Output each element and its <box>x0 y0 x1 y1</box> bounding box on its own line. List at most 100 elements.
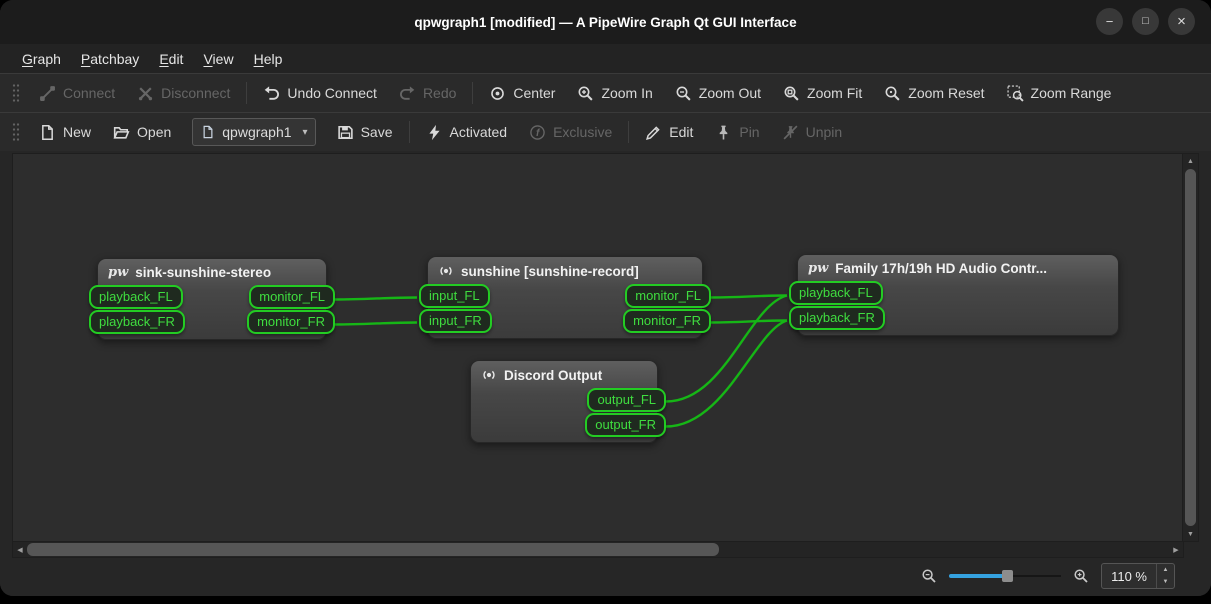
zoom-out-small-icon[interactable] <box>921 568 937 584</box>
graph-canvas[interactable]: pw sink-sunshine-stereo playback_FL moni… <box>12 153 1183 542</box>
unpin-button[interactable]: Unpin <box>771 118 854 146</box>
app-window: qpwgraph1 [modified] — A PipeWire Graph … <box>0 0 1211 596</box>
node-discord-output[interactable]: Discord Output output_FL output_FR <box>470 360 658 443</box>
node-header: pw sink-sunshine-stereo <box>98 259 326 284</box>
scroll-right-button[interactable]: ▶ <box>1169 542 1183 557</box>
activated-toggle[interactable]: Activated <box>415 118 519 146</box>
spin-up-button[interactable]: ▲ <box>1157 564 1174 576</box>
patchbay-file-combobox[interactable]: qpwgraph1 ▾ <box>192 118 315 146</box>
new-button[interactable]: New <box>28 118 102 146</box>
wire-sink-fr-to-sunshine-fr[interactable] <box>334 323 417 325</box>
port-row: playback_FL <box>798 280 1118 305</box>
zoom-in-button[interactable]: Zoom In <box>566 79 663 107</box>
input-port[interactable]: input_FL <box>419 284 490 308</box>
toolbar-drag-handle[interactable] <box>12 122 20 142</box>
node-header: pw Family 17h/19h HD Audio Contr... <box>798 255 1118 280</box>
horizontal-scroll-thumb[interactable] <box>27 543 719 556</box>
connection-wires <box>13 154 1182 541</box>
audio-device-icon <box>481 367 497 383</box>
output-port[interactable]: monitor_FR <box>623 309 711 333</box>
chevron-down-icon: ▾ <box>303 127 308 138</box>
menu-edit[interactable]: Edit <box>149 48 193 70</box>
graph-toolbar: Connect Disconnect Undo Connect Redo Cen… <box>0 73 1211 112</box>
save-button[interactable]: Save <box>326 118 404 146</box>
menu-view[interactable]: View <box>193 48 243 70</box>
toolbar-separator <box>628 121 629 143</box>
zoom-range-icon <box>1007 85 1024 102</box>
zoom-slider[interactable] <box>949 568 1061 584</box>
exclusive-toggle[interactable]: f Exclusive <box>518 118 623 146</box>
status-bar: 110 % ▲ ▼ <box>0 558 1211 596</box>
edit-button[interactable]: Edit <box>634 118 704 146</box>
output-port[interactable]: monitor_FL <box>625 284 711 308</box>
connect-button[interactable]: Connect <box>28 79 126 107</box>
output-port[interactable]: monitor_FL <box>249 285 335 309</box>
port-row: playback_FR monitor_FR <box>98 309 326 334</box>
maximize-icon: □ <box>1142 16 1149 27</box>
zoom-fit-icon <box>783 85 800 102</box>
window-controls: − □ × <box>1096 8 1195 35</box>
wire-sunshine-fr-to-family-fr[interactable] <box>711 321 787 323</box>
new-file-icon <box>39 124 56 141</box>
zoom-range-button[interactable]: Zoom Range <box>996 79 1123 107</box>
pencil-icon <box>645 124 662 141</box>
scroll-up-button[interactable]: ▲ <box>1183 154 1198 168</box>
vertical-scrollbar: ▲ ▼ <box>1183 153 1199 542</box>
center-button[interactable]: Center <box>478 79 566 107</box>
output-port[interactable]: output_FL <box>587 388 666 412</box>
port-row: input_FL monitor_FL <box>428 283 702 308</box>
pin-button[interactable]: Pin <box>704 118 770 146</box>
horizontal-scrollbar: ◀ ▶ <box>12 542 1184 558</box>
close-button[interactable]: × <box>1168 8 1195 35</box>
file-toolbar: New Open qpwgraph1 ▾ Save Activated f Ex… <box>0 112 1211 151</box>
zoom-reset-button[interactable]: Zoom Reset <box>873 79 995 107</box>
patchbay-file-name: qpwgraph1 <box>222 124 291 140</box>
spin-down-button[interactable]: ▼ <box>1157 576 1174 588</box>
toolbar-separator <box>246 82 247 104</box>
zoom-out-button[interactable]: Zoom Out <box>664 79 772 107</box>
lightning-icon <box>426 124 443 141</box>
menu-patchbay[interactable]: Patchbay <box>71 48 149 70</box>
exclusive-icon: f <box>529 124 546 141</box>
node-title: Discord Output <box>504 368 602 383</box>
main-area: pw sink-sunshine-stereo playback_FL moni… <box>12 153 1199 542</box>
title-bar[interactable]: qpwgraph1 [modified] — A PipeWire Graph … <box>0 0 1211 44</box>
zoom-value: 110 % <box>1102 564 1156 588</box>
menu-help[interactable]: Help <box>244 48 293 70</box>
zoom-in-icon <box>577 85 594 102</box>
redo-icon <box>399 85 416 102</box>
wire-sink-fl-to-sunshine-fl[interactable] <box>334 298 417 300</box>
vertical-scroll-thumb[interactable] <box>1185 169 1196 526</box>
node-sunshine-record[interactable]: sunshine [sunshine-record] input_FL moni… <box>427 256 703 339</box>
node-sink-sunshine-stereo[interactable]: pw sink-sunshine-stereo playback_FL moni… <box>97 258 327 340</box>
scroll-left-button[interactable]: ◀ <box>13 542 27 557</box>
zoom-fit-button[interactable]: Zoom Fit <box>772 79 873 107</box>
minimize-button[interactable]: − <box>1096 8 1123 35</box>
horizontal-scroll-track[interactable] <box>27 542 1169 557</box>
menu-graph[interactable]: Graph <box>12 48 71 70</box>
redo-button[interactable]: Redo <box>388 79 467 107</box>
disconnect-button[interactable]: Disconnect <box>126 79 241 107</box>
minimize-icon: − <box>1106 15 1114 28</box>
maximize-button[interactable]: □ <box>1132 8 1159 35</box>
wire-sunshine-fl-to-family-fl[interactable] <box>711 296 787 298</box>
input-port[interactable]: input_FR <box>419 309 492 333</box>
input-port[interactable]: playback_FR <box>89 310 185 334</box>
zoom-spinbox[interactable]: 110 % ▲ ▼ <box>1101 563 1175 589</box>
output-port[interactable]: output_FR <box>585 413 666 437</box>
disconnect-icon <box>137 85 154 102</box>
scroll-down-button[interactable]: ▼ <box>1183 527 1198 541</box>
output-port[interactable]: monitor_FR <box>247 310 335 334</box>
menu-bar: Graph Patchbay Edit View Help <box>0 44 1211 73</box>
zoom-slider-handle[interactable] <box>1002 570 1013 582</box>
undo-icon <box>263 85 280 102</box>
zoom-in-small-icon[interactable] <box>1073 568 1089 584</box>
input-port[interactable]: playback_FL <box>789 281 883 305</box>
toolbar-drag-handle[interactable] <box>12 83 20 103</box>
input-port[interactable]: playback_FR <box>789 306 885 330</box>
node-title: Family 17h/19h HD Audio Contr... <box>835 261 1047 276</box>
open-button[interactable]: Open <box>102 118 182 146</box>
undo-connect-button[interactable]: Undo Connect <box>252 79 388 107</box>
input-port[interactable]: playback_FL <box>89 285 183 309</box>
node-family-hd-audio[interactable]: pw Family 17h/19h HD Audio Contr... play… <box>797 254 1119 336</box>
